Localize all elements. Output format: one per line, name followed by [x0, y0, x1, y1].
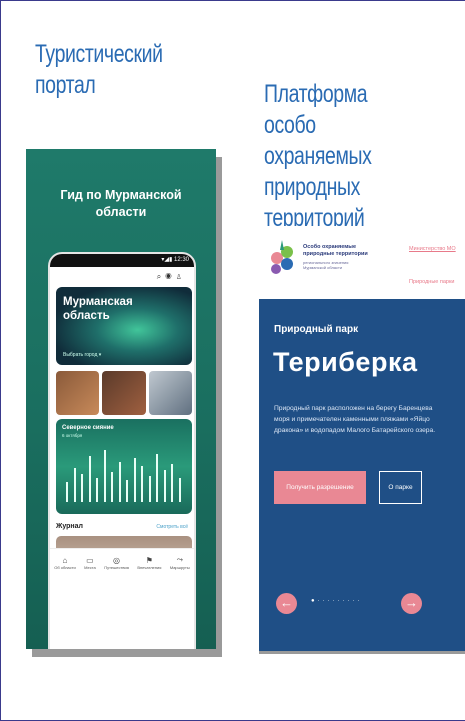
- oopt-platform-heading: Платформа особо охраняемых природных тер…: [264, 79, 421, 234]
- heading-line: особо охраняемых: [264, 111, 372, 170]
- forecast-bar: [126, 480, 128, 502]
- aurora-forecast-card[interactable]: Северное сияние 6 октября: [56, 419, 192, 514]
- forecast-bar: [171, 464, 173, 502]
- thumbnail-card[interactable]: [148, 371, 192, 415]
- forecast-bar: [141, 466, 143, 502]
- thumbnail-card[interactable]: [102, 371, 146, 415]
- region-hero-card[interactable]: Мурманская область Выбрать город ▾: [56, 287, 192, 365]
- flag-icon: ⚑: [145, 555, 153, 565]
- tab-about-region[interactable]: ⌂ Об области: [54, 556, 75, 570]
- tab-label: Маршруты: [169, 565, 190, 570]
- aurora-date: 6 октября: [62, 433, 83, 438]
- tab-places[interactable]: ▭ Места: [84, 556, 96, 570]
- hero-title-line: Мурманская: [63, 296, 133, 308]
- bottom-tab-bar: ⌂ Об области ▭ Места ◎ Путешествия ⚑ Впечатл…: [50, 548, 194, 576]
- tab-trips[interactable]: ◎ Путешествия: [104, 556, 129, 570]
- compass-icon: ◎: [113, 555, 121, 565]
- thumbnail-row: [56, 371, 192, 415]
- map-icon: ▭: [86, 555, 94, 565]
- tab-label: Впечатления: [137, 564, 162, 570]
- tab-label: Путешествия: [104, 564, 129, 570]
- oopt-header: Особо охраняемые природные территории ре…: [259, 226, 465, 299]
- tab-routes[interactable]: ⤳ Маршруты: [170, 555, 190, 570]
- forecast-bar: [81, 474, 83, 502]
- journal-see-all-link[interactable]: Смотреть всё: [156, 524, 188, 530]
- park-title: Териберка: [273, 347, 418, 377]
- desc-line: дракона» и водопадом Малого Батарейского…: [274, 427, 436, 434]
- heading-line: портал: [35, 71, 96, 99]
- forecast-bar: [148, 476, 151, 502]
- forecast-bar: [163, 470, 166, 502]
- nav-ministry-link[interactable]: Министерство МО: [409, 246, 456, 252]
- tourist-portal-heading: Туристический портал: [35, 39, 163, 101]
- hero-title-line: область: [63, 310, 110, 322]
- heading-line: Туристический: [35, 40, 163, 68]
- hero-title: Мурманская область: [63, 295, 133, 323]
- about-park-button[interactable]: О парке: [379, 471, 422, 504]
- arrow-right-icon[interactable]: →: [401, 593, 422, 614]
- desc-line: моря и примечателен каменными пляжами «Я…: [274, 416, 430, 423]
- tab-impressions[interactable]: ⚑ Впечатления: [137, 556, 161, 570]
- forecast-bar: [73, 468, 76, 502]
- park-kicker: Природный парк: [274, 324, 359, 335]
- guide-title: Гид по Мурманской области: [26, 187, 216, 221]
- top-icons: ⌕◉♙: [157, 272, 186, 282]
- guide-app-card: Гид по Мурманской области ▾◢▮ 12:30 ⌕◉♙ …: [26, 149, 216, 649]
- oopt-logo-icon[interactable]: [267, 236, 297, 276]
- forecast-bar: [66, 482, 68, 502]
- oopt-logo-subtitle: регионального значения Мурманской област…: [303, 260, 348, 270]
- forecast-bar: [88, 456, 91, 502]
- forecast-bar: [111, 472, 113, 502]
- arrow-left-icon[interactable]: ←: [276, 593, 297, 614]
- forecast-bar: [156, 454, 158, 502]
- slide-frame: Туристический портал Платформа особо охр…: [0, 0, 465, 721]
- route-icon: ⤳: [176, 555, 183, 564]
- park-hero: Природный парк Териберка Природный парк …: [259, 299, 465, 651]
- forecast-bar: [96, 478, 98, 502]
- tab-label: Об области: [54, 564, 76, 570]
- park-description: Природный парк расположен на берегу Баре…: [274, 403, 465, 436]
- logo-line: природные территории: [303, 250, 368, 257]
- aurora-title: Северное сияние: [62, 425, 114, 431]
- oopt-platform-card: Особо охраняемые природные территории ре…: [259, 226, 465, 651]
- search-icon[interactable]: ⌕: [157, 272, 165, 281]
- phone-mockup: ▾◢▮ 12:30 ⌕◉♙ Мурманская область Выбрать…: [48, 252, 196, 649]
- forecast-bar: [178, 478, 181, 502]
- heading-line: природных территорий: [264, 173, 365, 232]
- oopt-logo-text: Особо охраняемые природные территории: [303, 244, 368, 257]
- status-bar: ▾◢▮ 12:30: [50, 254, 194, 267]
- nav-nature-parks-link[interactable]: Природные парки: [409, 279, 454, 285]
- carousel-dots[interactable]: ●·········: [311, 598, 363, 604]
- thumbnail-card[interactable]: [56, 371, 100, 415]
- logo-sub-line: Мурманской области: [303, 265, 343, 270]
- get-permit-button[interactable]: Получить разрешение: [274, 471, 366, 504]
- journal-label: Журнал: [56, 523, 83, 530]
- heading-line: Платформа: [264, 80, 368, 108]
- forecast-bar: [103, 450, 106, 502]
- forecast-bar: [118, 462, 121, 502]
- city-select[interactable]: Выбрать город ▾: [63, 352, 101, 358]
- guide-title-line: области: [95, 205, 147, 219]
- forecast-bar: [133, 458, 136, 502]
- guide-title-line: Гид по Мурманской: [60, 188, 182, 202]
- user-icon[interactable]: ♙: [176, 272, 186, 281]
- tab-label: Места: [84, 564, 96, 570]
- home-icon: ⌂: [62, 555, 68, 565]
- globe-icon[interactable]: ◉: [165, 272, 175, 281]
- desc-line: Природный парк расположен на берегу Баре…: [274, 405, 433, 412]
